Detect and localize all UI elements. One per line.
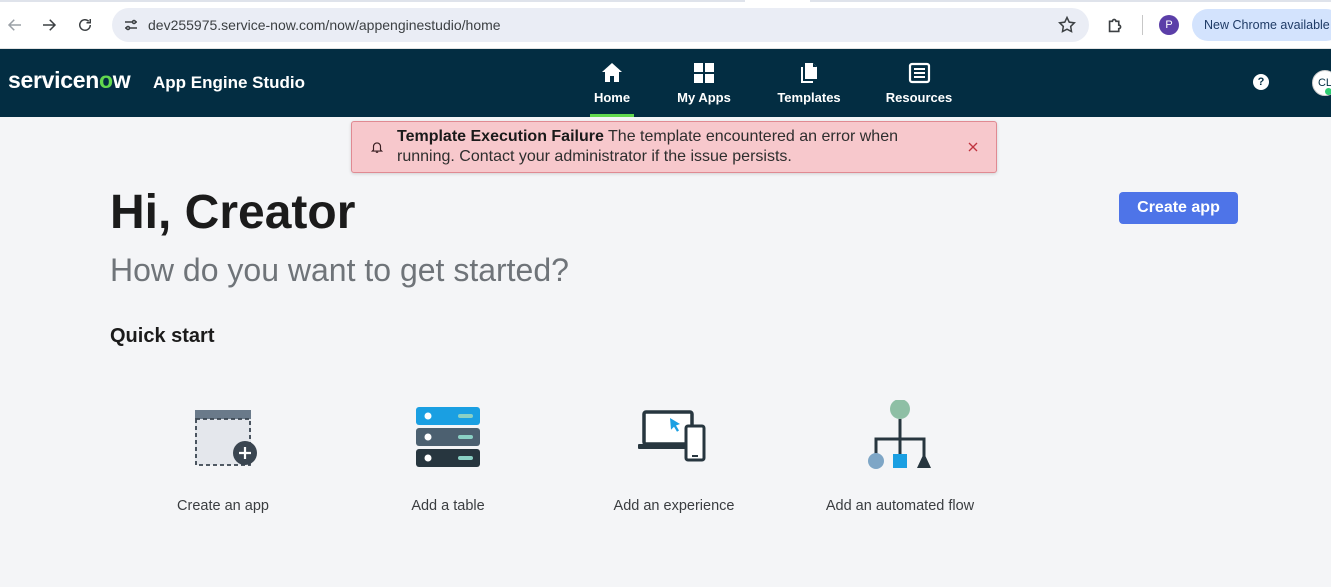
extensions-icon[interactable] (1105, 14, 1127, 36)
online-status-dot (1325, 88, 1331, 95)
create-app-button[interactable]: Create app (1119, 192, 1238, 224)
reload-icon[interactable] (72, 12, 98, 38)
forward-icon[interactable] (36, 12, 62, 38)
documents-icon (801, 63, 817, 83)
quick-start-heading: Quick start (110, 325, 215, 347)
flow-diagram-icon (868, 400, 931, 469)
error-toast: Template Execution Failure The template … (351, 121, 997, 173)
toolbar-divider (1142, 15, 1143, 35)
chrome-update-button[interactable]: New Chrome available (1192, 9, 1331, 41)
toast-title: Template Execution Failure (397, 128, 604, 145)
bell-icon (370, 140, 384, 154)
quick-start-card-add-flow[interactable]: Add an automated flow (800, 400, 1000, 530)
grid-icon (694, 63, 714, 83)
greeting-subtitle: How do you want to get started? (110, 252, 569, 288)
nav-home[interactable]: Home (590, 49, 634, 117)
nav-resources[interactable]: Resources (886, 49, 952, 117)
card-label: Add an experience (613, 498, 735, 514)
app-title: App Engine Studio (153, 73, 306, 92)
profile-avatar[interactable]: P (1159, 15, 1179, 35)
quick-start-card-add-experience[interactable]: Add an experience (574, 400, 774, 530)
servicenow-logo[interactable]: servicenow (8, 67, 131, 94)
nav-templates-label: Templates (777, 90, 841, 105)
card-label: Add a table (411, 498, 485, 514)
close-icon[interactable] (965, 139, 981, 155)
app-header: servicenow App Engine Studio Home My App… (0, 49, 1331, 117)
bookmark-star-icon[interactable] (1057, 15, 1077, 35)
address-bar[interactable]: dev255975.service-now.com/now/appengines… (112, 8, 1089, 42)
user-avatar[interactable]: CL (1312, 70, 1331, 96)
laptop-phone-icon (638, 410, 706, 462)
active-tab-indicator (590, 114, 634, 117)
card-label: Create an app (177, 498, 269, 514)
quick-start-card-create-app[interactable]: Create an app (123, 400, 323, 530)
card-label: Add an automated flow (825, 498, 975, 514)
greeting-title: Hi, Creator (110, 186, 356, 239)
nav-templates[interactable]: Templates (776, 49, 842, 117)
nav-resources-label: Resources (885, 90, 953, 105)
quick-start-card-add-table[interactable]: Add a table (348, 400, 548, 530)
home-icon (602, 63, 622, 82)
toast-message: Template Execution Failure The template … (397, 127, 957, 167)
nav-my-apps-label: My Apps (677, 90, 731, 105)
tab-strip (0, 0, 1331, 2)
app-window-plus-icon (195, 410, 257, 466)
browser-toolbar: dev255975.service-now.com/now/appengines… (0, 0, 1331, 49)
nav-home-label: Home (593, 90, 631, 105)
nav-my-apps[interactable]: My Apps (674, 49, 734, 117)
database-table-icon (416, 407, 480, 467)
site-info-icon[interactable] (122, 16, 140, 34)
url-text[interactable]: dev255975.service-now.com/now/appengines… (148, 17, 501, 33)
help-icon[interactable]: ? (1253, 74, 1269, 90)
back-icon[interactable] (2, 12, 28, 38)
newspaper-icon (908, 62, 931, 84)
